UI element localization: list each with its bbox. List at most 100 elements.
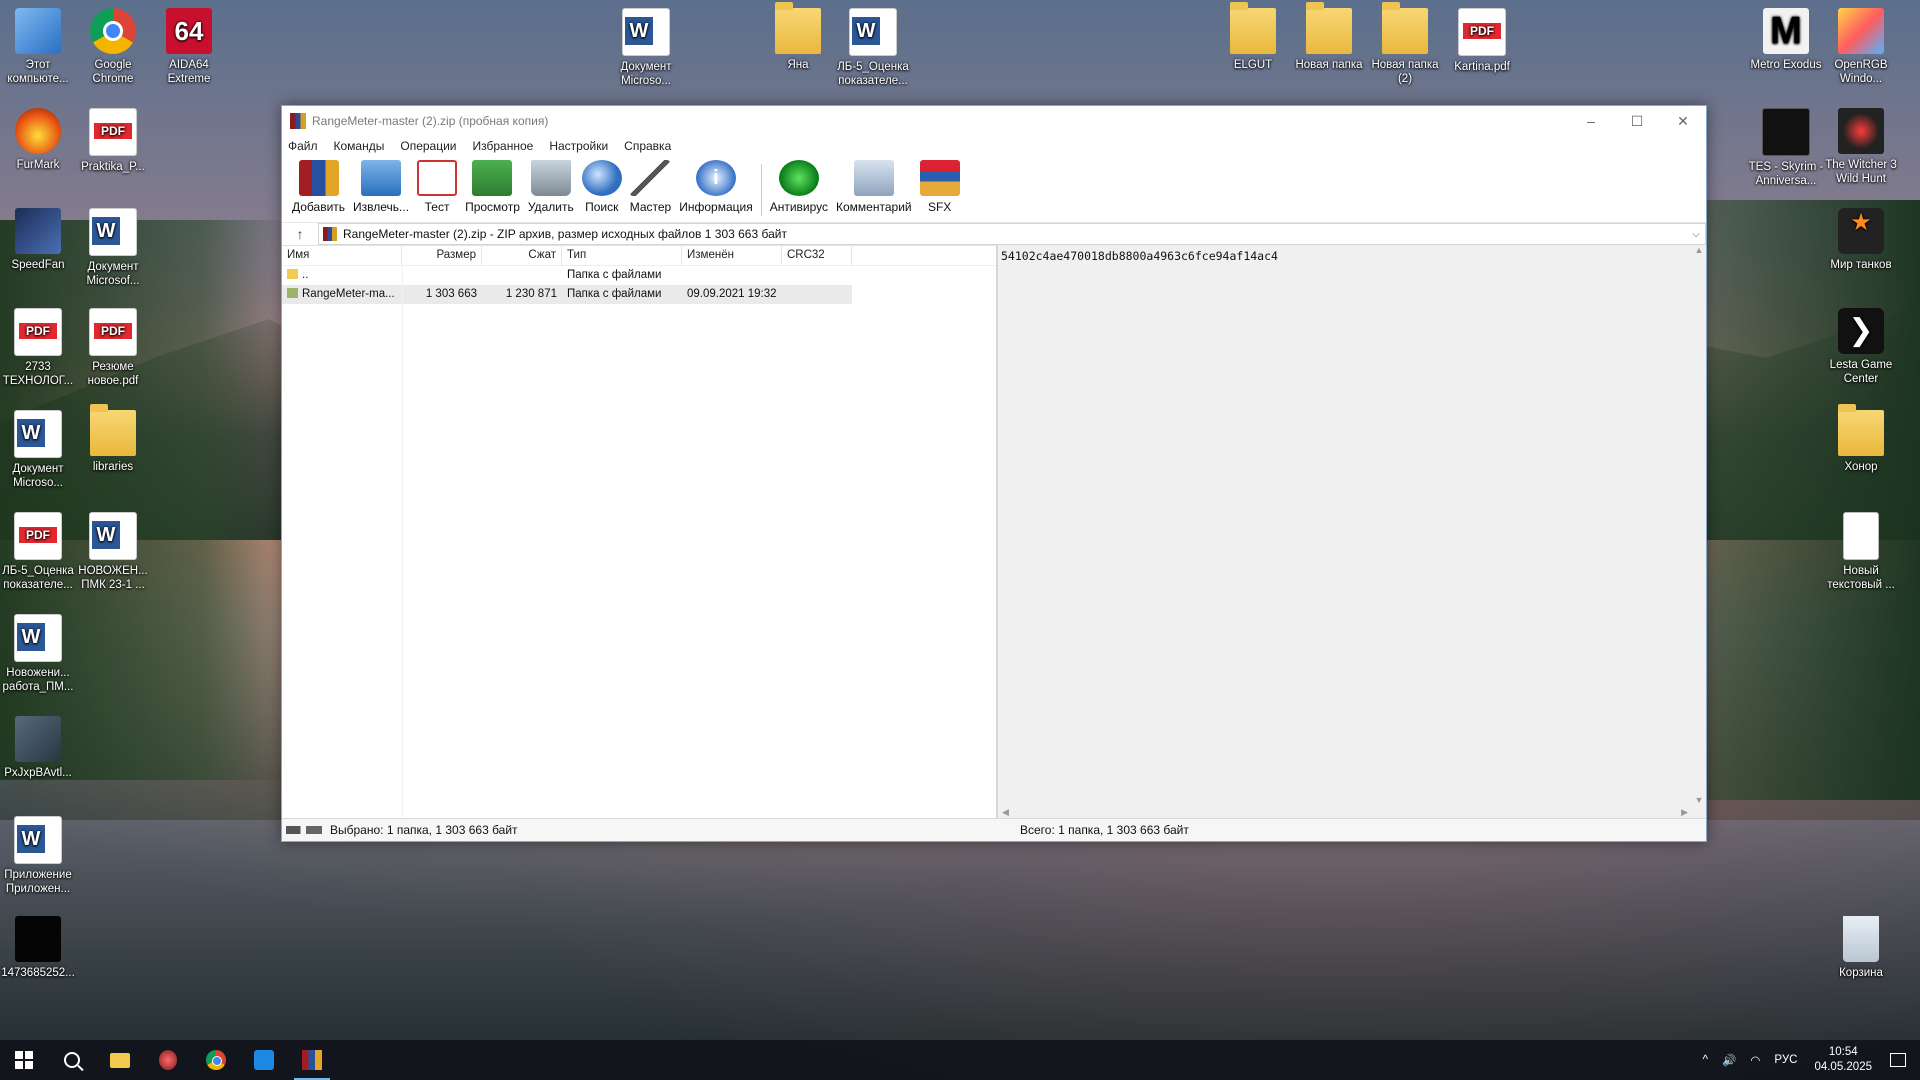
comment-button[interactable]: Комментарий (836, 160, 912, 214)
column-size[interactable]: Размер (402, 245, 482, 265)
info-button[interactable]: i Информация (679, 160, 753, 214)
column-crc32[interactable]: CRC32 (782, 245, 852, 265)
column-type[interactable]: Тип (562, 245, 682, 265)
close-button[interactable]: ✕ (1660, 106, 1706, 136)
desktop-icon-black-image[interactable]: 1473685252... (0, 916, 76, 980)
desktop-icon-word-doc-1[interactable]: W Документ Microsof... (75, 208, 151, 288)
test-button[interactable]: Тест (417, 160, 458, 214)
taskbar-chrome[interactable] (192, 1040, 240, 1080)
column-packed[interactable]: Сжат (482, 245, 562, 265)
table-row-selected[interactable]: RangeMeter-ma... 1 303 663 1 230 871 Пап… (282, 285, 852, 304)
desktop-icon-photo[interactable]: PxJxpBAvtl... (0, 716, 76, 780)
extract-button[interactable]: Извлечь... (353, 160, 409, 214)
start-button[interactable] (0, 1040, 48, 1080)
notification-icon[interactable] (1890, 1053, 1906, 1067)
scroll-down-icon[interactable]: ▼ (1692, 795, 1706, 805)
desktop-icon-metro-exodus[interactable]: M Metro Exodus (1748, 8, 1824, 72)
sfx-button[interactable]: SFX (919, 160, 960, 214)
text-file-icon (1843, 512, 1879, 560)
desktop-icon-resume-pdf[interactable]: PDF Резюме новое.pdf (75, 308, 151, 388)
desktop-icon-openrgb[interactable]: OpenRGB Windo... (1823, 8, 1899, 86)
desktop-icon-this-pc[interactable]: Этот компьюте... (0, 8, 76, 86)
desktop-icon-kartina-pdf[interactable]: PDF Kartina.pdf (1444, 8, 1520, 74)
desktop-icon-lb5-pdf[interactable]: PDF ЛБ-5_Оценка показателе... (0, 512, 76, 592)
desktop-icon-skyrim[interactable]: TES - Skyrim - Anniversa... (1748, 108, 1824, 188)
clock-time: 10:54 (1828, 1046, 1858, 1058)
minimize-button[interactable]: – (1568, 106, 1614, 136)
desktop-icon-elgut-folder[interactable]: ELGUT (1215, 2, 1291, 72)
desktop-icon-new-folder[interactable]: Новая папка (1291, 2, 1367, 72)
delete-button[interactable]: Удалить (528, 160, 574, 214)
view-button[interactable]: Просмотр (465, 160, 520, 214)
add-button[interactable]: Добавить (292, 160, 345, 214)
taskbar-file-explorer[interactable] (96, 1040, 144, 1080)
desktop-icon-word-doc-top[interactable]: W Документ Microso... (608, 8, 684, 88)
taskbar-winrar[interactable] (288, 1040, 336, 1080)
add-icon (298, 160, 339, 196)
scroll-right-icon[interactable]: ▶ (1681, 807, 1688, 818)
wizard-button[interactable]: Мастер (630, 160, 671, 214)
chrome-icon (90, 8, 136, 54)
desktop-icon-honor-folder[interactable]: Хонор (1823, 404, 1899, 474)
skyrim-icon (1762, 108, 1810, 156)
desktop-icon-lb5-doc[interactable]: W ЛБ-5_Оценка показателе... (835, 8, 911, 88)
archive-icon (323, 227, 337, 241)
desktop-icon-speedfan[interactable]: SpeedFan (0, 208, 76, 272)
up-arrow-icon[interactable]: ↑ (282, 226, 318, 242)
file-list-header: Имя Размер Сжат Тип Изменён CRC32 (282, 245, 996, 266)
desktop-icon-praktika-pdf[interactable]: PDF Praktika_P... (75, 108, 151, 174)
menu-operations[interactable]: Операции (400, 139, 456, 153)
search-button[interactable] (48, 1040, 96, 1080)
desktop-icon-prilozhenie-doc[interactable]: W Приложение Приложен... (0, 816, 76, 896)
folder-icon (1382, 2, 1428, 54)
antivirus-button[interactable]: Антивирус (770, 160, 828, 214)
desktop-icon-recycle-bin[interactable]: Корзина (1823, 916, 1899, 980)
taskbar-app-red[interactable] (144, 1040, 192, 1080)
title-bar[interactable]: RangeMeter-master (2).zip (пробная копия… (282, 106, 1706, 136)
desktop-icon-furmark[interactable]: FurMark (0, 108, 76, 172)
network-icon[interactable]: ◠ (1750, 1053, 1760, 1067)
menu-settings[interactable]: Настройки (549, 139, 608, 153)
column-name[interactable]: Имя (282, 245, 402, 265)
vertical-scrollbar[interactable]: ▲ ▼ (1692, 245, 1706, 805)
menu-favorites[interactable]: Избранное (473, 139, 534, 153)
pdf-icon: PDF (89, 108, 137, 156)
maximize-button[interactable]: ☐ (1614, 106, 1660, 136)
horizontal-scrollbar[interactable]: ◀ ▶ (998, 805, 1692, 819)
desktop-icon-chrome[interactable]: Google Chrome (75, 8, 151, 86)
menu-help[interactable]: Справка (624, 139, 671, 153)
menu-commands[interactable]: Команды (334, 139, 385, 153)
desktop-icon-world-of-tanks[interactable]: Мир танков (1823, 208, 1899, 272)
column-modified[interactable]: Изменён (682, 245, 782, 265)
menu-file[interactable]: Файл (288, 139, 318, 153)
taskbar-app-blue[interactable] (240, 1040, 288, 1080)
desktop-icon-lesta[interactable]: ❯ Lesta Game Center (1823, 308, 1899, 386)
volume-icon[interactable]: 🔊 (1722, 1053, 1736, 1067)
word-document-icon: W (622, 8, 670, 56)
chevron-down-icon[interactable]: ⌵ (1687, 229, 1705, 240)
language-indicator[interactable]: РУС (1774, 1054, 1797, 1066)
archive-path-field[interactable]: RangeMeter-master (2).zip - ZIP архив, р… (318, 223, 1706, 245)
desktop-icon-aida64[interactable]: 64 AIDA64 Extreme (151, 8, 227, 86)
desktop-icon-new-folder-2[interactable]: Новая папка (2) (1367, 2, 1443, 86)
desktop-icon-2733-pdf[interactable]: PDF 2733 ТЕХНОЛОГ... (0, 308, 76, 388)
folder-icon (775, 2, 821, 54)
desktop-icon-witcher3[interactable]: The Witcher 3 Wild Hunt (1823, 108, 1899, 186)
drive-icon[interactable] (286, 826, 322, 834)
desktop-icon-new-text-file[interactable]: Новый текстовый ... (1823, 512, 1899, 592)
table-row[interactable]: .. Папка с файлами (282, 266, 996, 285)
desktop-icon-novozhen-doc[interactable]: W НОВОЖЕН... ПМК 23-1 ... (75, 512, 151, 592)
comment-pane[interactable]: 54102c4ae470018db8800a4963c6fce94af14ac4… (998, 245, 1706, 819)
scroll-up-icon[interactable]: ▲ (1692, 245, 1706, 255)
desktop-icon-libraries-folder[interactable]: libraries (75, 404, 151, 474)
file-list[interactable]: Имя Размер Сжат Тип Изменён CRC32 .. Пап… (282, 245, 998, 819)
desktop-icon-yana-folder[interactable]: Яна (760, 2, 836, 72)
recycle-bin-icon (1843, 916, 1879, 962)
desktop-icon-word-doc-2[interactable]: W Документ Microso... (0, 410, 76, 490)
scroll-left-icon[interactable]: ◀ (1002, 807, 1009, 818)
tray-chevron-icon[interactable]: ^ (1703, 1054, 1708, 1066)
desktop-icon-novozheni-doc[interactable]: W Новожени... работа_ПМ... (0, 614, 76, 694)
clock[interactable]: 10:54 04.05.2025 (1814, 1045, 1872, 1075)
word-document-icon: W (14, 410, 62, 458)
find-button[interactable]: Поиск (581, 160, 622, 214)
